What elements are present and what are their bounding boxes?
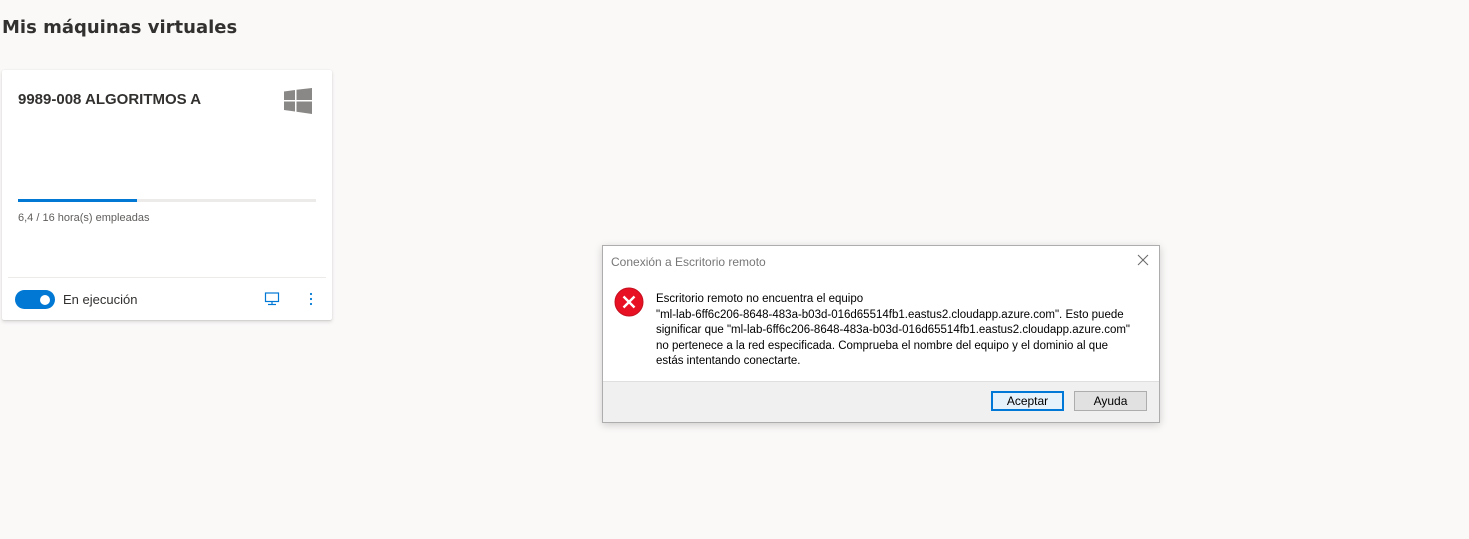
dialog-message: Escritorio remoto no encuentra el equipo…: [656, 293, 1131, 367]
close-icon[interactable]: [1135, 252, 1151, 268]
more-vertical-icon[interactable]: [304, 290, 318, 308]
usage-text: 6,4 / 16 hora(s) empleadas: [18, 212, 150, 224]
usage-progress-bar: [18, 199, 316, 202]
remote-desktop-error-dialog: Conexión a Escritorio remoto Escritorio …: [602, 245, 1160, 423]
dialog-title: Conexión a Escritorio remoto: [611, 255, 766, 269]
help-button[interactable]: Ayuda: [1074, 391, 1147, 411]
card-divider: [8, 277, 326, 278]
running-toggle[interactable]: [15, 290, 55, 309]
ok-button[interactable]: Aceptar: [991, 391, 1064, 411]
dialog-footer: Aceptar Ayuda: [603, 381, 1159, 422]
vm-card: 9989-008 ALGORITMOS A 6,4 / 16 hora(s) e…: [2, 70, 332, 320]
status-label: En ejecución: [63, 292, 138, 307]
toggle-knob: [40, 294, 50, 305]
error-icon: [614, 287, 644, 317]
vm-name: 9989-008 ALGORITMOS A: [18, 91, 202, 108]
page-title: Mis máquinas virtuales: [2, 17, 238, 38]
monitor-icon[interactable]: [264, 291, 280, 307]
windows-logo-icon: [284, 88, 312, 114]
usage-progress-fill: [18, 199, 138, 202]
